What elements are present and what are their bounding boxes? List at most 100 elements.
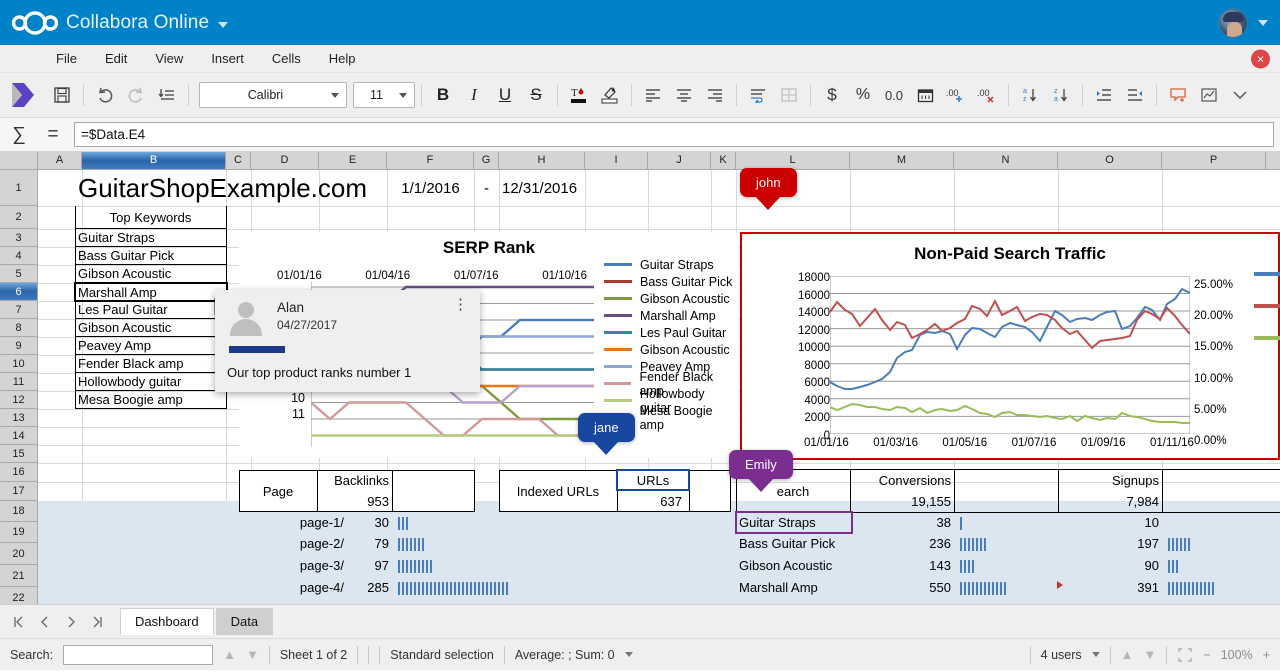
row-header-22[interactable]: 22 <box>0 587 38 604</box>
indexed-urls-label[interactable]: Indexed URLs <box>499 470 617 512</box>
redo-button[interactable] <box>121 80 151 110</box>
search-input[interactable] <box>63 645 213 665</box>
row-header-1[interactable]: 1 <box>0 170 38 206</box>
row-header-13[interactable]: 13 <box>0 409 38 427</box>
traffic-header-conversions[interactable]: Conversions <box>850 470 954 491</box>
traffic-row-keyword-3[interactable]: Gibson Acoustic <box>736 554 850 576</box>
nextcloud-logo-icon[interactable] <box>12 11 58 35</box>
row-header-5[interactable]: 5 <box>0 265 38 283</box>
row-header-2[interactable]: 2 <box>0 206 38 229</box>
chevron-down-icon[interactable] <box>218 22 228 28</box>
traffic-row-conversions-5[interactable]: 90 <box>850 598 954 604</box>
backlinks-row-value-1[interactable]: 30 <box>347 512 392 533</box>
backlinks-row-value-5[interactable]: 18 <box>347 598 392 604</box>
traffic-row-keyword-4[interactable]: Marshall Amp <box>736 576 850 598</box>
percent-format-button[interactable]: % <box>848 80 878 110</box>
undo-button[interactable] <box>90 80 120 110</box>
wrap-text-button[interactable] <box>743 80 773 110</box>
traffic-total-conversions[interactable]: 19,155 <box>850 491 954 512</box>
zoom-in-button[interactable]: + <box>1263 648 1270 662</box>
sort-ascending-button[interactable]: az <box>1015 80 1045 110</box>
row-header-4[interactable]: 4 <box>0 247 38 265</box>
increase-indent-button[interactable] <box>1089 80 1119 110</box>
row-header-14[interactable]: 14 <box>0 427 38 445</box>
row-header-16[interactable]: 16 <box>0 463 38 482</box>
page-title[interactable]: GuitarShopExample.com <box>75 170 395 206</box>
keywords-header[interactable]: Top Keywords <box>75 206 226 229</box>
currency-format-button[interactable]: $ <box>817 80 847 110</box>
column-header-l[interactable]: L <box>736 152 850 169</box>
column-header-b[interactable]: B <box>82 152 226 169</box>
traffic-row-conversions-1[interactable]: 38 <box>850 512 954 533</box>
keyword-cell-9[interactable]: Hollowbody guitar <box>75 373 226 391</box>
row-header-21[interactable]: 21 <box>0 565 38 587</box>
backlinks-header-label[interactable]: Backlinks <box>317 470 392 491</box>
sheet-tab-data[interactable]: Data <box>216 608 273 635</box>
row-header-9[interactable]: 9 <box>0 337 38 355</box>
row-header-20[interactable]: 20 <box>0 543 38 565</box>
keyword-cell-2[interactable]: Bass Guitar Pick <box>75 247 226 265</box>
comment-popup[interactable]: Alan 04/27/2017 ⋮ Our top product ranks … <box>215 290 480 392</box>
column-header-k[interactable]: K <box>711 152 736 169</box>
number-format-button[interactable]: 0.0 <box>879 80 909 110</box>
delete-decimal-button[interactable]: .00 <box>972 80 1002 110</box>
next-sheet-icon[interactable] <box>58 609 84 635</box>
decrease-indent-button[interactable] <box>1120 80 1150 110</box>
column-header-a[interactable]: A <box>38 152 82 169</box>
row-header-6[interactable]: 6 <box>0 283 38 301</box>
backlinks-row-page-1[interactable]: page-1/ <box>239 512 347 533</box>
zoom-out-button[interactable]: − <box>1203 648 1210 662</box>
traffic-row-conversions-2[interactable]: 236 <box>850 533 954 554</box>
row-header-12[interactable]: 12 <box>0 391 38 409</box>
backlinks-row-page-4[interactable]: page-4/ <box>239 576 347 598</box>
backlinks-header-page[interactable]: Page <box>239 470 317 512</box>
traffic-row-conversions-4[interactable]: 550 <box>850 576 954 598</box>
traffic-row-signups-3[interactable]: 90 <box>1058 554 1162 576</box>
sum-icon[interactable]: ∑ <box>6 124 32 146</box>
font-size-select[interactable]: 11 <box>353 82 415 108</box>
row-header-10[interactable]: 10 <box>0 355 38 373</box>
backlinks-row-value-2[interactable]: 79 <box>347 533 392 554</box>
column-header-c[interactable]: C <box>226 152 251 169</box>
row-header-15[interactable]: 15 <box>0 445 38 463</box>
backlinks-row-value-4[interactable]: 285 <box>347 576 392 598</box>
traffic-row-signups-5[interactable]: 37 <box>1058 598 1162 604</box>
column-header-h[interactable]: H <box>499 152 585 169</box>
formula-summary-chevron-down-icon[interactable] <box>625 652 633 657</box>
underline-button[interactable]: U <box>490 80 520 110</box>
column-header-n[interactable]: N <box>954 152 1058 169</box>
menu-help[interactable]: Help <box>315 48 370 69</box>
formula-icon[interactable]: = <box>40 124 66 146</box>
save-button[interactable] <box>47 80 77 110</box>
select-all-corner[interactable] <box>0 152 38 169</box>
clone-formatting-button[interactable] <box>152 80 182 110</box>
align-center-button[interactable] <box>669 80 699 110</box>
date-dash[interactable]: - <box>474 170 499 206</box>
traffic-row-signups-1[interactable]: 10 <box>1058 512 1162 533</box>
menu-cells[interactable]: Cells <box>258 48 315 69</box>
sort-descending-button[interactable]: za <box>1046 80 1076 110</box>
toolbar-expand-button[interactable] <box>1225 80 1255 110</box>
column-header-e[interactable]: E <box>319 152 387 169</box>
menu-view[interactable]: View <box>141 48 197 69</box>
backlinks-row-page-2[interactable]: page-2/ <box>239 533 347 554</box>
column-header-f[interactable]: F <box>387 152 474 169</box>
backlinks-row-page-3[interactable]: page-3/ <box>239 554 347 576</box>
avatar-chevron-down-icon[interactable] <box>1258 20 1268 26</box>
backlinks-row-page-5[interactable]: page-5/ <box>239 598 347 604</box>
scroll-up-icon[interactable]: ▲ <box>1121 647 1134 662</box>
traffic-header-signups[interactable]: Signups <box>1058 470 1162 491</box>
font-name-select[interactable]: Calibri <box>199 82 347 108</box>
sheet-tab-dashboard[interactable]: Dashboard <box>120 608 214 635</box>
menu-file[interactable]: File <box>42 48 91 69</box>
formula-input[interactable]: =$Data.E4 <box>74 122 1274 147</box>
column-header-p[interactable]: P <box>1162 152 1266 169</box>
kebab-menu-icon[interactable]: ⋮ <box>453 300 468 310</box>
row-header-17[interactable]: 17 <box>0 482 38 501</box>
non-paid-traffic-chart[interactable]: Non-Paid Search Traffic 18000 16000 1400… <box>740 232 1280 460</box>
column-header-o[interactable]: O <box>1058 152 1162 169</box>
fit-page-icon[interactable] <box>1177 647 1193 663</box>
users-chevron-down-icon[interactable] <box>1092 652 1100 657</box>
traffic-row-keyword-5[interactable]: Les Paul Guitar <box>736 598 850 604</box>
scroll-down-icon[interactable]: ▼ <box>1144 647 1157 662</box>
